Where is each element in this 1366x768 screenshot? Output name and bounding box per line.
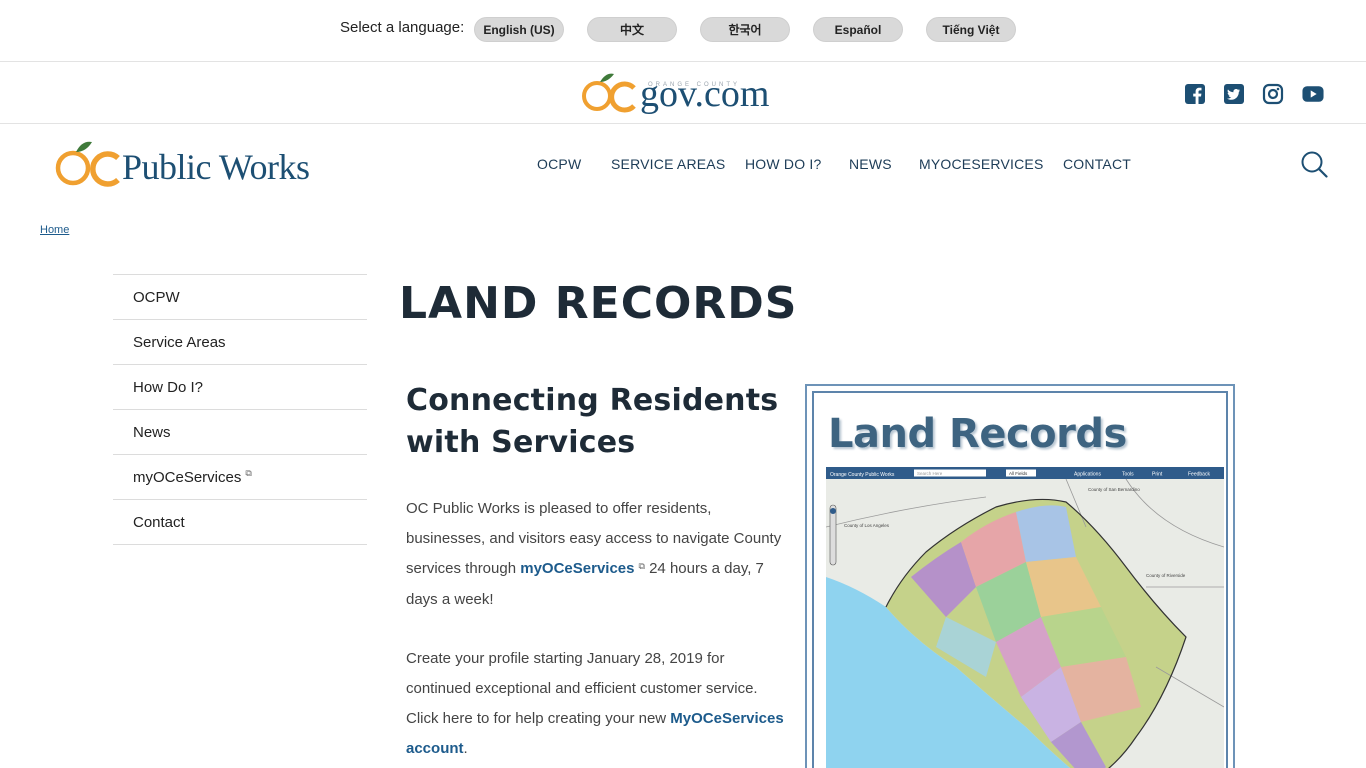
section-subtitle: Connecting Residents with Services xyxy=(406,383,779,460)
twitter-icon[interactable] xyxy=(1223,83,1245,105)
language-bar: Select a language: English (US) 中文 한국어 E… xyxy=(0,0,1366,62)
map-btn-tools: Tools xyxy=(1122,472,1134,478)
sidebar-item-myoceservices[interactable]: myOCeServices ⧉ xyxy=(113,455,367,500)
search-icon[interactable] xyxy=(1300,150,1328,178)
page-title: LAND RECORDS xyxy=(399,278,798,329)
lang-korean-button[interactable]: 한국어 xyxy=(700,17,790,42)
sidebar-nav: OCPW Service Areas How Do I? News myOCeS… xyxy=(113,274,367,545)
map-frame: Land Records Orange County Public Works … xyxy=(812,391,1228,768)
myoceservices-link[interactable]: myOCeServices xyxy=(520,560,634,577)
map-toolbar-title: Orange County Public Works xyxy=(830,472,895,478)
instagram-icon[interactable] xyxy=(1262,83,1284,105)
sidebar-item-label: How Do I? xyxy=(133,378,204,396)
breadcrumb-home-link[interactable]: Home xyxy=(40,224,69,236)
map-image-title: Land Records xyxy=(828,411,1127,457)
sidebar-item-service-areas[interactable]: Service Areas xyxy=(113,320,367,365)
map-field-select: All Fields xyxy=(1009,471,1028,476)
map-label-san-bernardino: County of San Bernardino xyxy=(1088,487,1140,492)
lang-english-button[interactable]: English (US) xyxy=(474,17,564,42)
nav-how-do-i[interactable]: HOW DO I? xyxy=(745,156,821,172)
external-link-icon: ⧉ xyxy=(638,561,645,571)
external-link-icon: ⧉ xyxy=(245,467,252,478)
map-label-los-angeles: County of Los Angeles xyxy=(844,523,890,528)
facebook-icon[interactable] xyxy=(1184,83,1206,105)
map-btn-applications: Applications xyxy=(1074,472,1101,478)
main-header: Public Works OCPW SERVICE AREAS HOW DO I… xyxy=(0,124,1366,204)
nav-news[interactable]: NEWS xyxy=(849,156,892,172)
sidebar-item-ocpw[interactable]: OCPW xyxy=(113,275,367,320)
sidebar-item-label: Service Areas xyxy=(133,333,226,351)
ocgov-logo[interactable]: ORANGE COUNTY gov.com xyxy=(582,68,786,120)
nav-contact[interactable]: CONTACT xyxy=(1063,156,1131,172)
youtube-icon[interactable] xyxy=(1302,83,1324,105)
nav-service-areas[interactable]: SERVICE AREAS xyxy=(611,156,725,172)
nav-ocpw[interactable]: OCPW xyxy=(537,156,581,172)
map-btn-print: Print xyxy=(1152,472,1163,478)
ocpw-logo-mark xyxy=(55,141,120,187)
lang-spanish-button[interactable]: Español xyxy=(813,17,903,42)
ocgov-logo-mark xyxy=(582,73,636,113)
profile-paragraph: Create your profile starting January 28,… xyxy=(406,644,786,764)
gov-bar: ORANGE COUNTY gov.com xyxy=(0,62,1366,124)
ocgov-logo-text: gov.com xyxy=(640,73,770,115)
sidebar-item-label: myOCeServices xyxy=(133,468,242,486)
sidebar-item-news[interactable]: News xyxy=(113,410,367,455)
sidebar-item-label: News xyxy=(133,423,171,441)
sidebar-item-how-do-i[interactable]: How Do I? xyxy=(113,365,367,410)
county-map-graphic: Orange County Public Works Search Here A… xyxy=(826,467,1224,768)
map-btn-feedback: Feedback xyxy=(1188,472,1210,478)
profile-text-2: . xyxy=(463,740,468,757)
nav-myoceservices[interactable]: MYOCESERVICES xyxy=(919,156,1044,172)
intro-paragraph: OC Public Works is pleased to offer resi… xyxy=(406,494,786,615)
sidebar-item-label: Contact xyxy=(133,513,185,531)
ocpw-logo-text: Public Works xyxy=(122,147,310,187)
language-label: Select a language: xyxy=(340,19,465,36)
sidebar-item-label: OCPW xyxy=(133,288,180,306)
lang-vietnamese-button[interactable]: Tiếng Việt xyxy=(926,17,1016,42)
land-records-map-image[interactable]: Land Records Orange County Public Works … xyxy=(805,384,1235,768)
lang-chinese-button[interactable]: 中文 xyxy=(587,17,677,42)
map-label-riverside: County of Riverside xyxy=(1146,573,1186,578)
map-search-placeholder: Search Here xyxy=(917,471,943,476)
ocpw-logo[interactable]: Public Works xyxy=(54,132,364,190)
sidebar-item-contact[interactable]: Contact xyxy=(113,500,367,545)
